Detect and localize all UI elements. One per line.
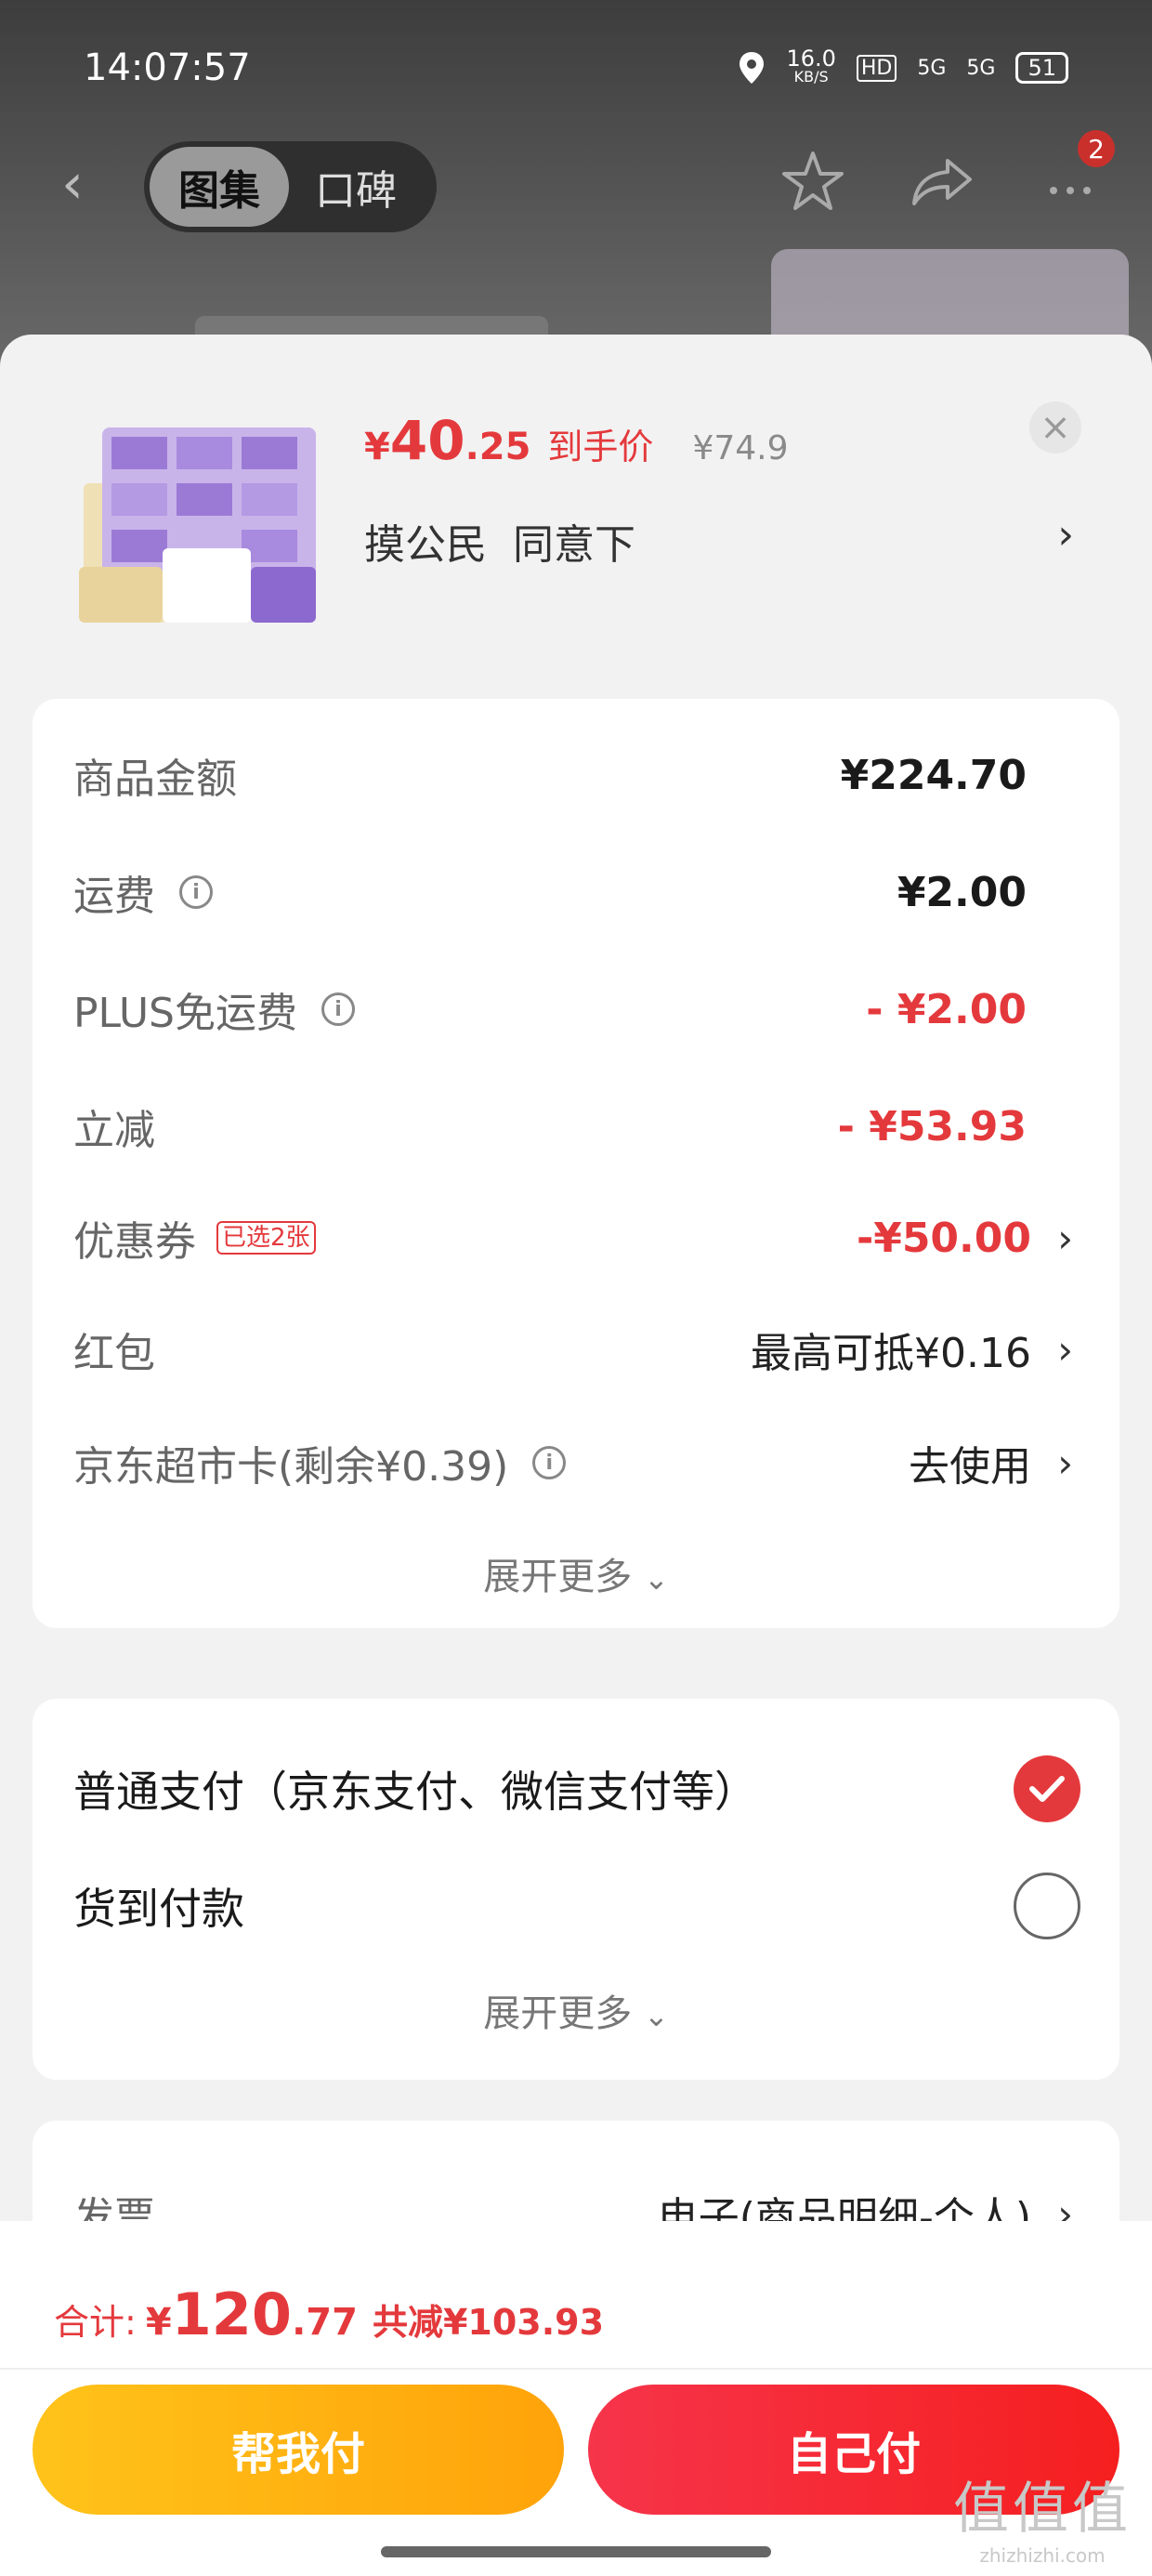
share-icon[interactable] (910, 153, 975, 209)
plus-free-shipping-label: PLUS免运费 i (73, 979, 355, 1039)
goods-amount-value: ¥224.70 (840, 751, 1027, 799)
help-pay-button[interactable]: 帮我付 (33, 2385, 564, 2515)
location-icon (740, 52, 765, 84)
tab-gallery[interactable]: 图集 (150, 147, 289, 227)
radio-checked-icon[interactable] (1014, 1755, 1080, 1822)
order-total: 合计: ¥ 120 .77 共减¥103.93 (54, 2280, 604, 2348)
total-saved: 共减¥103.93 (372, 2302, 605, 2343)
discount-value: - ¥53.93 (837, 1102, 1027, 1150)
background-page: 14:07:57 16.0 KB/S HD 5G 5G 51 ‹ 图集 口碑 2 (0, 0, 1152, 372)
info-icon[interactable]: i (532, 1446, 567, 1479)
chevron-down-icon: ⌄ (643, 1561, 669, 1597)
checkout-sheet: ¥ 40 .25 到手价 ¥74.9 摸公民 同意下 › × 商品金额 ¥224… (0, 335, 1152, 2576)
radio-unchecked-icon[interactable] (1014, 1873, 1080, 1939)
watermark-logo: 值值值 (953, 2477, 1132, 2542)
net-speed: 16.0 KB/S (786, 46, 836, 85)
plus-label-text: PLUS免运费 (73, 990, 297, 1037)
chevron-right-icon[interactable]: › (1057, 1327, 1073, 1373)
coupon-selected-badge: 已选2张 (216, 1221, 316, 1255)
chevron-right-icon[interactable]: › (1057, 1216, 1073, 1261)
price-symbol: ¥ (364, 426, 390, 468)
shipping-label: 运费 i (73, 862, 213, 922)
more-icon[interactable]: 2 (1041, 130, 1115, 214)
shipping-row: 运费 i ¥2.00 (33, 855, 1119, 929)
top-nav: ‹ 图集 口碑 2 (0, 130, 1152, 232)
price-tag: 到手价 (547, 427, 654, 467)
fee-card: 商品金额 ¥224.70 运费 i ¥2.00 PLUS免运费 i - ¥2.0… (33, 699, 1119, 1628)
bottom-action-bar: 合计: ¥ 120 .77 共减¥103.93 帮我付 自己付 值值值 zhiz… (0, 2221, 1152, 2576)
expand-more-label: 展开更多 (483, 1992, 633, 2035)
price-integer: 40 (389, 409, 465, 472)
product-spec[interactable]: 摸公民 同意下 (364, 511, 635, 571)
info-icon[interactable]: i (321, 992, 355, 1026)
discount-row: 立减 - ¥53.93 (33, 1089, 1119, 1163)
battery-icon: 51 (1015, 52, 1068, 84)
status-icons: 16.0 KB/S HD 5G 5G 51 (738, 46, 1068, 86)
total-integer: 120 (171, 2280, 293, 2348)
nav-actions: 2 (780, 130, 1115, 214)
close-button[interactable]: × (1029, 401, 1081, 453)
supermarket-card-row[interactable]: 京东超市卡(剩余¥0.39) i 去使用 › (33, 1426, 1119, 1500)
home-indicator[interactable] (381, 2546, 771, 2557)
chevron-right-icon[interactable]: › (1057, 1440, 1073, 1486)
back-icon[interactable]: ‹ (61, 156, 84, 212)
goods-amount-label: 商品金额 (73, 756, 237, 803)
supermarket-card-value: 去使用 (909, 1443, 1031, 1491)
coupon-label-text: 优惠券 (73, 1218, 196, 1266)
price-row: ¥ 40 .25 到手价 ¥74.9 (364, 409, 789, 472)
watermark-url: zhizhizhi.com (979, 2544, 1106, 2567)
chevron-down-icon: ⌄ (643, 1998, 669, 2033)
expand-more-button[interactable]: 展开更多 ⌄ (33, 1983, 1119, 2037)
signal-icon-2: 5G (966, 56, 996, 80)
coupon-value: -¥50.00 (856, 1214, 1031, 1262)
shipping-label-text: 运费 (73, 873, 155, 920)
signal-icon: 5G (917, 56, 947, 80)
payment-normal-label: 普通支付（京东支付、微信支付等） (73, 1767, 757, 1817)
product-header: ¥ 40 .25 到手价 ¥74.9 摸公民 同意下 › × (0, 335, 1152, 688)
product-image (79, 427, 316, 623)
goods-amount-row: 商品金额 ¥224.70 (33, 738, 1119, 812)
watermark: 值值值 zhizhizhi.com (953, 2464, 1132, 2567)
plus-free-shipping-value: - ¥2.00 (866, 985, 1027, 1033)
price-decimal: .25 (465, 426, 531, 468)
status-time: 14:07:57 (84, 46, 251, 89)
payment-cod-label: 货到付款 (73, 1884, 244, 1934)
original-price: ¥74.9 (692, 429, 789, 467)
tab-reviews[interactable]: 口碑 (315, 157, 397, 217)
shipping-value: ¥2.00 (897, 868, 1027, 916)
total-symbol: ¥ (145, 2301, 172, 2344)
payment-option-cod[interactable]: 货到付款 (33, 1864, 1119, 1948)
info-icon[interactable]: i (179, 875, 213, 909)
payment-card: 普通支付（京东支付、微信支付等） 货到付款 展开更多 ⌄ (33, 1699, 1119, 2080)
tab-switcher: 图集 口碑 (144, 141, 437, 232)
supermarket-card-label: 京东超市卡(剩余¥0.39) i (73, 1433, 567, 1492)
supermarket-card-label-text: 京东超市卡(剩余¥0.39) (73, 1443, 509, 1491)
chevron-right-icon[interactable]: › (1057, 511, 1074, 559)
red-packet-value: 最高可抵¥0.16 (751, 1330, 1031, 1377)
red-packet-row[interactable]: 红包 最高可抵¥0.16 › (33, 1312, 1119, 1387)
red-packet-label: 红包 (73, 1330, 155, 1377)
expand-more-button[interactable]: 展开更多 ⌄ (33, 1546, 1119, 1600)
star-icon[interactable] (780, 149, 845, 214)
discount-label: 立减 (73, 1107, 155, 1154)
divider (0, 2368, 1152, 2370)
coupon-label: 优惠券 已选2张 (73, 1208, 316, 1268)
coupon-row[interactable]: 优惠券 已选2张 -¥50.00 › (33, 1201, 1119, 1275)
total-label: 合计: (54, 2302, 137, 2343)
total-decimal: .77 (292, 2301, 358, 2344)
notification-badge: 2 (1078, 130, 1115, 167)
plus-free-shipping-row: PLUS免运费 i - ¥2.00 (33, 972, 1119, 1046)
hd-icon: HD (856, 54, 897, 82)
payment-option-normal[interactable]: 普通支付（京东支付、微信支付等） (33, 1747, 1119, 1831)
status-bar: 14:07:57 16.0 KB/S HD 5G 5G 51 (84, 45, 1068, 91)
expand-more-label: 展开更多 (483, 1556, 633, 1598)
